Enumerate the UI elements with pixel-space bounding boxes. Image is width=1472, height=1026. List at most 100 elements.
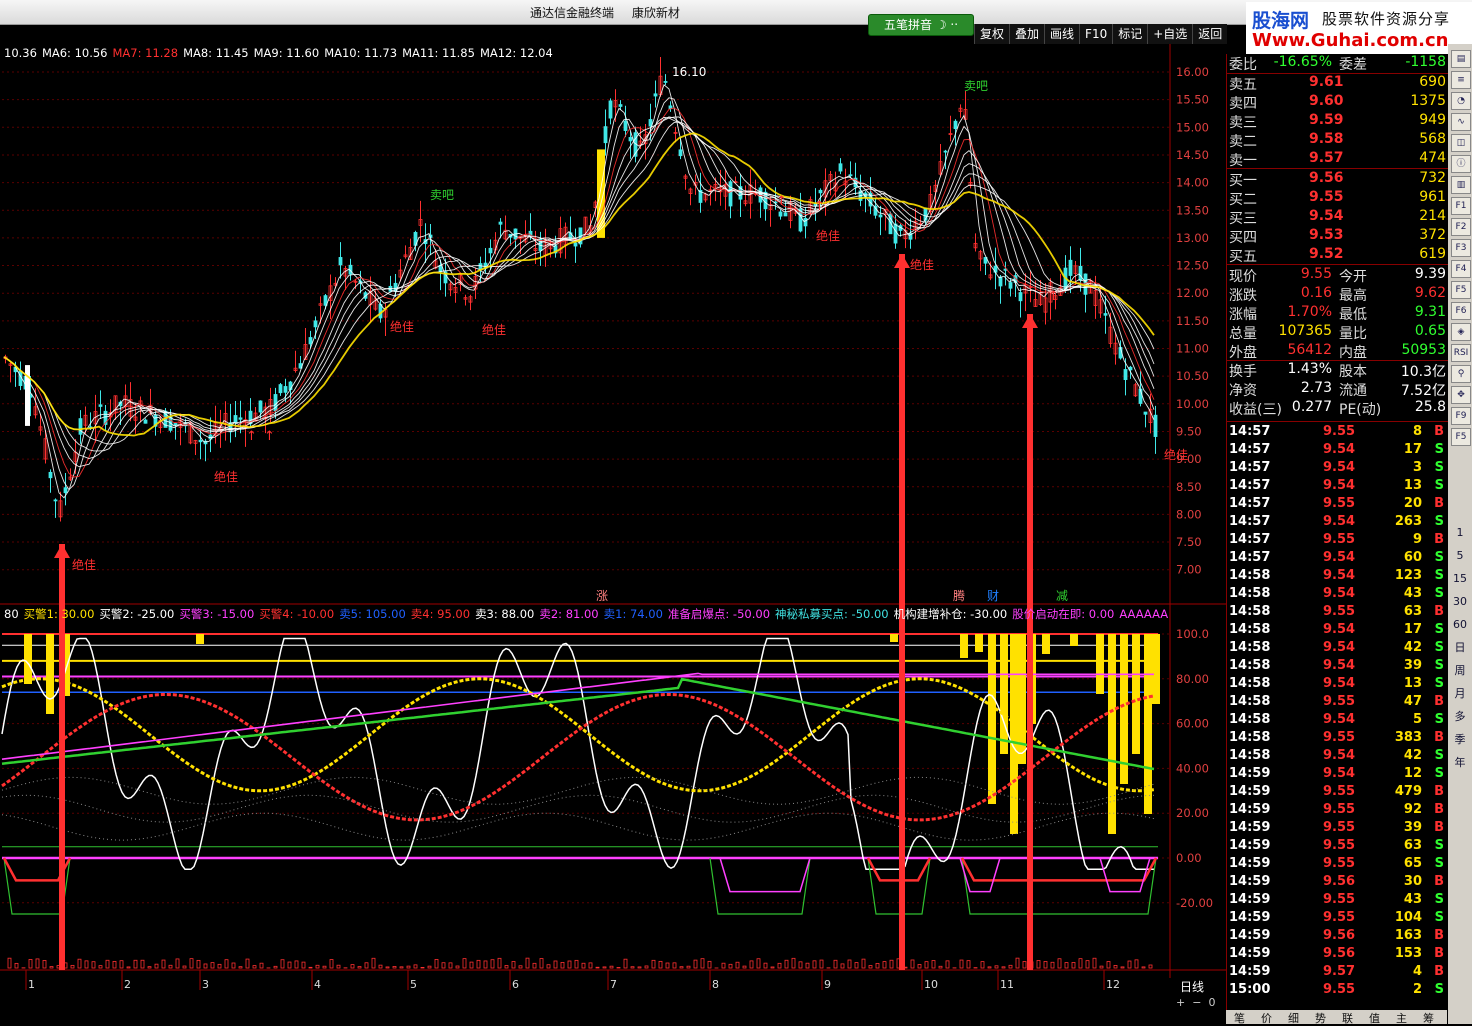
period-button[interactable]: 30 (1450, 593, 1470, 611)
zoom-icon[interactable]: ⚲ (1451, 365, 1471, 383)
zoom-reset-icon[interactable]: 0 (1208, 996, 1215, 1009)
f5-icon[interactable]: F5 (1451, 281, 1471, 299)
toolbar-f10-button[interactable]: F10 (1079, 24, 1112, 44)
period-button[interactable]: 5 (1450, 547, 1470, 565)
kline-chart[interactable]: 16.10卖吧卖吧绝佳绝佳绝佳绝佳绝佳绝佳绝佳涨腾财减↑↑↑↑↑ 16.0015… (0, 44, 1226, 1010)
zoom-controls[interactable]: + − 0 (1176, 996, 1224, 1010)
bid-price: 9.53 (1309, 227, 1344, 243)
tick-volume: 39 (1404, 820, 1422, 835)
period-button[interactable]: 年 (1450, 754, 1470, 772)
f6-icon[interactable]: F6 (1451, 302, 1471, 320)
ask-label: 卖一 (1229, 150, 1257, 170)
tick-row: 14:589.5442S (1227, 748, 1448, 766)
best-buy-label: 绝佳 (482, 322, 506, 337)
toolbar-overlay-button[interactable]: 叠加 (1009, 24, 1044, 44)
stat-value: 25.8 (1415, 399, 1446, 415)
stat-label: 外盘 (1229, 342, 1257, 362)
f4-icon[interactable]: F4 (1451, 260, 1471, 278)
panel-separator (1227, 421, 1448, 422)
list-icon[interactable]: ≡ (1451, 71, 1471, 89)
period-button[interactable]: 季 (1450, 731, 1470, 749)
toolbar-add-watchlist-button[interactable]: +自选 (1147, 24, 1192, 44)
legend-item: 卖3: 88.00 (475, 607, 534, 621)
tick-time: 14:58 (1229, 694, 1270, 709)
price-tick-label: 16.00 (1176, 65, 1209, 79)
candle-body (574, 243, 577, 246)
bid-price: 9.54 (1309, 208, 1344, 224)
best-buy-label: 绝佳 (72, 557, 96, 572)
tick-row: 14:579.54263S (1227, 514, 1448, 532)
stat-label: 收益(三) (1229, 399, 1282, 419)
input-method-indicator[interactable]: 五笔拼音 ☽ ‧‧ (868, 14, 974, 36)
pie-icon[interactable]: ◔ (1451, 92, 1471, 110)
indicator-bar (46, 634, 54, 714)
candle-body (174, 423, 177, 425)
tick-volume: 43 (1404, 892, 1422, 907)
ask-label: 卖二 (1229, 131, 1257, 151)
f9-icon[interactable]: F9 (1451, 407, 1471, 425)
tick-time: 14:57 (1229, 424, 1270, 439)
toolbar-mark-button[interactable]: 标记 (1112, 24, 1147, 44)
volume-bar (421, 967, 424, 968)
kline-icon[interactable]: ◈ (1451, 323, 1471, 341)
fund-icon[interactable]: ◫ (1451, 134, 1471, 152)
info-icon[interactable]: ⓘ (1451, 155, 1471, 173)
period-button[interactable]: 周 (1450, 662, 1470, 680)
period-button[interactable]: 1 (1450, 524, 1470, 542)
price-tick-label: 11.50 (1176, 314, 1209, 328)
candle-body (849, 175, 852, 176)
stat-label: 流通 (1339, 380, 1367, 400)
stat-label: 换手 (1229, 361, 1257, 381)
legend-item: 80 (4, 607, 19, 621)
f2-icon[interactable]: F2 (1451, 218, 1471, 236)
f5b-icon[interactable]: F5 (1451, 428, 1471, 446)
line-icon[interactable]: ∿ (1451, 113, 1471, 131)
tick-side: B (1434, 874, 1444, 889)
chart-icon[interactable]: ▤ (1451, 50, 1471, 68)
period-button[interactable]: 多 (1450, 708, 1470, 726)
tick-side: B (1434, 694, 1444, 709)
indicator-tick-label: 60.00 (1176, 717, 1209, 731)
candle-body (99, 405, 102, 407)
period-button[interactable]: 日 (1450, 639, 1470, 657)
tick-price: 9.54 (1323, 550, 1355, 565)
zoom-in-icon[interactable]: + (1176, 996, 1185, 1009)
f1-icon[interactable]: F1 (1451, 197, 1471, 215)
tick-time: 14:59 (1229, 838, 1270, 853)
stat-label: 净资 (1229, 380, 1257, 400)
ask-row: 卖五9.61690 (1227, 74, 1448, 92)
f3-icon[interactable]: F3 (1451, 239, 1471, 257)
legend-item: 卖1: 74.00 (604, 607, 663, 621)
period-label[interactable]: 日线 (1180, 978, 1204, 995)
move-icon[interactable]: ✥ (1451, 386, 1471, 404)
rise-tag: 涨 (596, 588, 608, 603)
tick-side: B (1434, 496, 1444, 511)
high-price-label: 16.10 (672, 65, 706, 79)
zoom-out-icon[interactable]: − (1192, 996, 1201, 1009)
period-button[interactable]: 月 (1450, 685, 1470, 703)
bar-icon[interactable]: ▥ (1451, 176, 1471, 194)
period-button[interactable]: 15 (1450, 570, 1470, 588)
price-tick-label: 14.50 (1176, 148, 1209, 162)
indicator-bar (1070, 634, 1078, 646)
bid-label: 买五 (1229, 246, 1257, 266)
candle-body (1019, 293, 1022, 301)
month-label: 9 (824, 978, 831, 991)
toolbar-draw-button[interactable]: 画线 (1044, 24, 1079, 44)
bid-volume: 619 (1419, 246, 1446, 262)
toolbar-back-button[interactable]: 返回 (1192, 24, 1227, 44)
indicator-bar (1152, 634, 1160, 704)
indicator-tick-label: 0.00 (1176, 851, 1202, 865)
ask-label: 卖四 (1229, 93, 1257, 113)
tick-row: 14:589.5413S (1227, 676, 1448, 694)
tick-volume: 3 (1413, 460, 1422, 475)
tick-volume: 39 (1404, 658, 1422, 673)
period-button[interactable]: 60 (1450, 616, 1470, 634)
tick-price: 9.54 (1323, 766, 1355, 781)
toolbar-fuquan-button[interactable]: 复权 (974, 24, 1009, 44)
tick-price: 9.55 (1323, 424, 1355, 439)
rsi-icon[interactable]: RSI (1451, 344, 1471, 362)
tick-volume: 43 (1404, 586, 1422, 601)
stat-label: 总量 (1229, 323, 1257, 343)
indicator-legend: 80买警1: 30.00买警2: -25.00买警3: -15.00买警4: -… (4, 606, 1173, 622)
